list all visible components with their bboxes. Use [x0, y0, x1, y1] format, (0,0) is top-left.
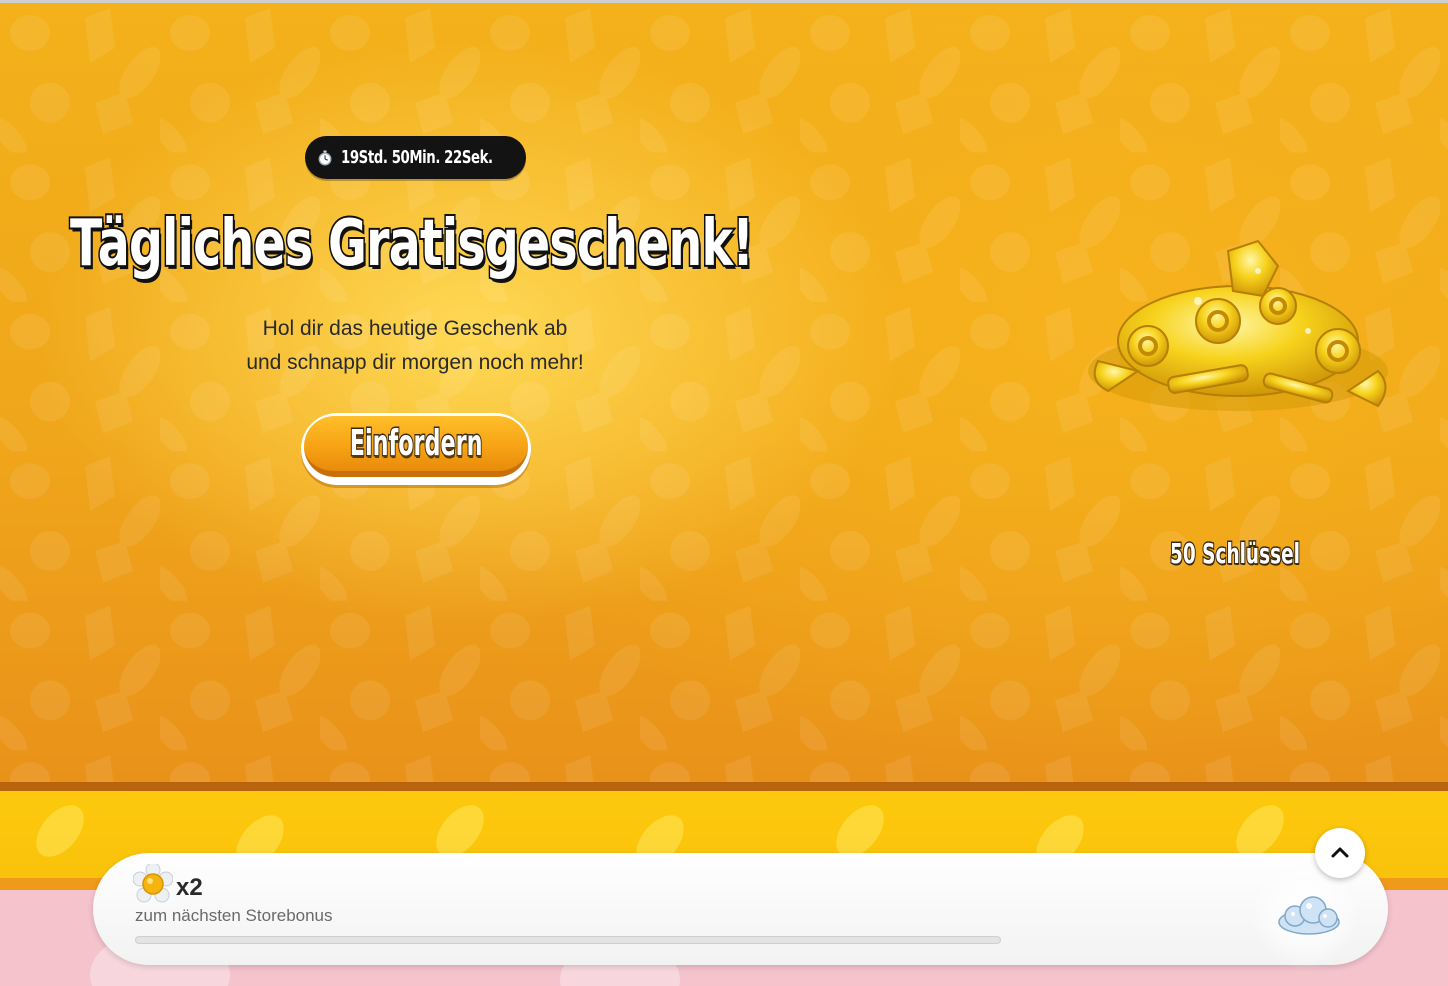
diamond-cloud-icon	[1278, 896, 1340, 935]
storebonus-progress	[135, 936, 1001, 944]
storebonus-text: zum nächsten Storebonus	[135, 906, 333, 925]
storebonus-multiplier: x2	[176, 874, 203, 901]
collapse-button[interactable]	[1315, 828, 1365, 878]
timer-text: 19Std. 50Min. 22Sek.	[341, 147, 493, 168]
reward-label: 50 Schlüssel	[1169, 536, 1301, 572]
gold-keys-icon	[1088, 239, 1388, 411]
claim-button[interactable]: Einfordern	[301, 413, 531, 485]
subtitle-line-1: Hol dir das heutige Geschenk ab	[262, 317, 568, 340]
banner-divider	[0, 782, 1448, 791]
daily-gift-banner: 19Std. 50Min. 22Sek. Tägliches Gratisges…	[0, 0, 1448, 782]
countdown-timer: 19Std. 50Min. 22Sek.	[305, 136, 526, 179]
flower-icon	[133, 864, 173, 903]
stopwatch-icon	[318, 150, 332, 165]
offer-title: Tägliches Gratisgeschenk!	[69, 205, 756, 283]
offer-subtitle: Hol dir das heutige Geschenk ab und schn…	[190, 312, 640, 380]
claim-button-label: Einfordern	[349, 422, 484, 466]
chevron-up-icon	[1331, 847, 1349, 858]
subtitle-line-2: und schnapp dir morgen noch mehr!	[246, 351, 584, 374]
claim-button-face[interactable]: Einfordern	[304, 416, 528, 477]
next-section-heading	[440, 962, 452, 986]
